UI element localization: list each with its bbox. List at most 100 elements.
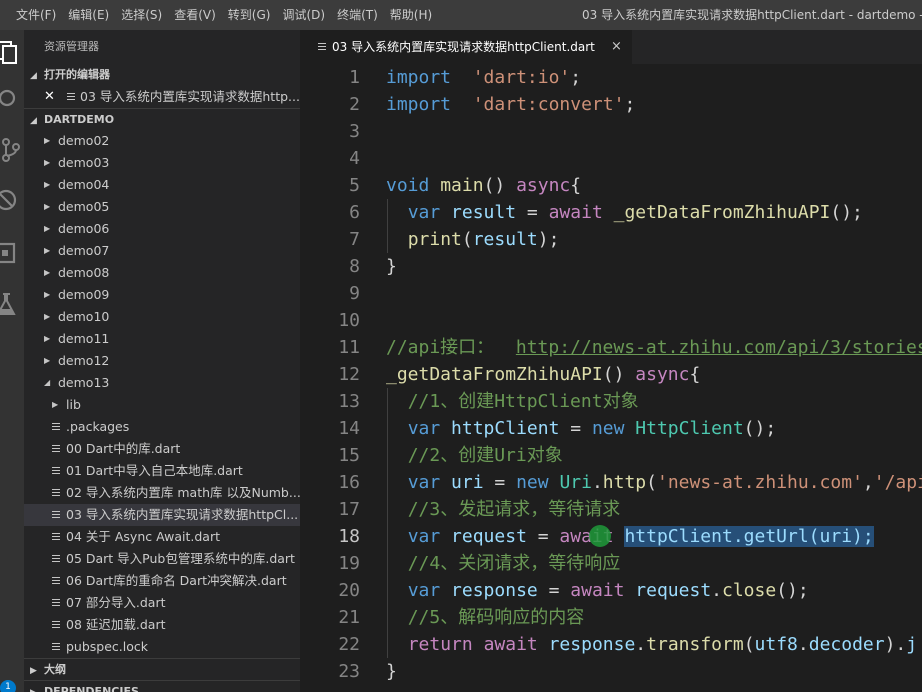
chevron-right-icon: ▶: [44, 136, 51, 145]
source-control-icon[interactable]: [0, 132, 24, 166]
file-item[interactable]: 03 导入系统内置库实现请求数据httpCl...: [24, 504, 300, 526]
code-editor[interactable]: 1 import 'dart:io'; 2 import 'dart:convert'…: [300, 64, 922, 692]
tab-close-icon[interactable]: ×: [611, 30, 622, 64]
file-item[interactable]: 08 延迟加载.dart: [24, 614, 300, 636]
open-editor-item[interactable]: ✕ 03 导入系统内置库实现请求数据http...: [24, 86, 300, 108]
search-icon[interactable]: [0, 82, 24, 116]
file-item[interactable]: 01 Dart中导入自己本地库.dart: [24, 460, 300, 482]
file-item[interactable]: 06 Dart库的重命名 Dart冲突解决.dart: [24, 570, 300, 592]
chevron-right-icon: ▶: [30, 666, 37, 676]
code-text: //2、创建Uri对象: [386, 442, 563, 469]
folder-item[interactable]: ▶ demo09: [24, 284, 300, 306]
folder-item[interactable]: ▶ demo10: [24, 306, 300, 328]
code-line[interactable]: 18 var request = await httpClient.getUrl…: [300, 523, 922, 550]
line-number: 9: [349, 283, 360, 304]
explorer-icon[interactable]: [0, 34, 24, 68]
dependencies-header[interactable]: ▶DEPENDENCIES: [24, 680, 300, 692]
extensions-icon[interactable]: [0, 234, 24, 268]
code-line[interactable]: 2 import 'dart:convert';: [300, 91, 922, 118]
code-line[interactable]: 19 //4、关闭请求，等待响应: [300, 550, 922, 577]
menu-help[interactable]: 帮助(H): [384, 0, 438, 30]
folder-item[interactable]: ▶ demo08: [24, 262, 300, 284]
line-number: 1: [349, 67, 360, 88]
tab-bar: 03 导入系统内置库实现请求数据httpClient.dart ×: [300, 30, 922, 64]
code-token: ();: [743, 418, 777, 439]
file-item[interactable]: 00 Dart中的库.dart: [24, 438, 300, 460]
menu-file[interactable]: 文件(F): [0, 0, 62, 30]
folder-item[interactable]: ▶ demo02: [24, 130, 300, 152]
code-line[interactable]: 20 var response = await request.close();: [300, 577, 922, 604]
folder-item[interactable]: ▶ lib: [24, 394, 300, 416]
test-flask-icon[interactable]: [0, 286, 24, 320]
code-line[interactable]: 5 void main() async{: [300, 172, 922, 199]
code-line[interactable]: 22 return await response.transform(utf8.…: [300, 631, 922, 658]
folder-item[interactable]: ▶ demo05: [24, 196, 300, 218]
file-item[interactable]: 07 部分导入.dart: [24, 592, 300, 614]
code-line[interactable]: 21 //5、解码响应的内容: [300, 604, 922, 631]
menu-view[interactable]: 查看(V): [168, 0, 222, 30]
code-line[interactable]: 7 print(result);: [300, 226, 922, 253]
code-line[interactable]: 17 //3、发起请求，等待请求: [300, 496, 922, 523]
project-header[interactable]: ◢ DARTDEMO: [24, 108, 300, 130]
file-tree: ▶ demo02 ▶ demo03 ▶ demo04 ▶ demo05 ▶ demo06 ▶ demo…: [24, 130, 300, 692]
code-token: new: [516, 472, 549, 493]
folder-item[interactable]: ▶ demo12: [24, 350, 300, 372]
line-number: 10: [338, 310, 360, 331]
folder-item[interactable]: ▶ demo06: [24, 218, 300, 240]
code-line[interactable]: 10: [300, 307, 922, 334]
code-line[interactable]: 16 var uri = new Uri.http('news-at.zhihu…: [300, 469, 922, 496]
code-line[interactable]: 4: [300, 145, 922, 172]
code-token: ();: [776, 580, 809, 601]
code-line[interactable]: 12 _getDataFromZhihuAPI() async{: [300, 361, 922, 388]
menu-debug[interactable]: 调试(D): [276, 0, 331, 30]
line-number: 19: [338, 553, 360, 574]
code-token: response: [451, 580, 538, 601]
folder-item[interactable]: ▶ demo04: [24, 174, 300, 196]
folder-item-open[interactable]: ◢ demo13: [24, 372, 300, 394]
code-text: }: [386, 658, 397, 685]
tab-active-file[interactable]: 03 导入系统内置库实现请求数据httpClient.dart ×: [300, 30, 632, 64]
code-line[interactable]: 9: [300, 280, 922, 307]
folder-item[interactable]: ▶ demo03: [24, 152, 300, 174]
code-line[interactable]: 6 var result = await _getDataFromZhihuAP…: [300, 199, 922, 226]
file-item[interactable]: .packages: [24, 416, 300, 438]
notification-badge[interactable]: 1: [0, 680, 16, 692]
close-icon[interactable]: ✕: [44, 86, 55, 108]
debug-icon[interactable]: [0, 182, 24, 216]
code-line[interactable]: 8}: [300, 253, 922, 280]
outline-header[interactable]: ▶ 大纲: [24, 658, 300, 680]
code-token: //1、创建HttpClient对象: [407, 391, 639, 412]
open-editors-header[interactable]: ◢ 打开的编辑器: [24, 64, 300, 86]
menu-terminal[interactable]: 终端(T): [331, 0, 384, 30]
folder-item[interactable]: ▶ demo07: [24, 240, 300, 262]
file-item[interactable]: pubspec.lock: [24, 636, 300, 658]
code-line[interactable]: 3: [300, 118, 922, 145]
code-line[interactable]: 1 import 'dart:io';: [300, 64, 922, 91]
code-text: import 'dart:io';: [386, 64, 581, 91]
code-text: void main() async{: [386, 172, 581, 199]
folder-item[interactable]: ▶ demo11: [24, 328, 300, 350]
menu-selection[interactable]: 选择(S): [115, 0, 168, 30]
code-line[interactable]: 15 //2、创建Uri对象: [300, 442, 922, 469]
menu-goto[interactable]: 转到(G): [222, 0, 277, 30]
file-item[interactable]: 02 导入系统内置库 math库 以及Numb...: [24, 482, 300, 504]
code-text: var result = await _getDataFromZhihuAPI(…: [386, 199, 863, 226]
code-line[interactable]: 13 //1、创建HttpClient对象: [300, 388, 922, 415]
code-token: {: [689, 364, 701, 385]
code-line[interactable]: 11 //api接口： http://news-at.zhihu.com/api/…: [300, 334, 922, 361]
menu-edit[interactable]: 编辑(E): [62, 0, 115, 30]
file-item[interactable]: 05 Dart 导入Pub包管理系统中的库.dart: [24, 548, 300, 570]
code-token: var: [407, 580, 441, 601]
code-line[interactable]: 23}: [300, 658, 922, 685]
code-token: ;: [624, 94, 636, 115]
file-item[interactable]: 04 关于 Async Await.dart: [24, 526, 300, 548]
code-line[interactable]: 14 var httpClient = new HttpClient();: [300, 415, 922, 442]
